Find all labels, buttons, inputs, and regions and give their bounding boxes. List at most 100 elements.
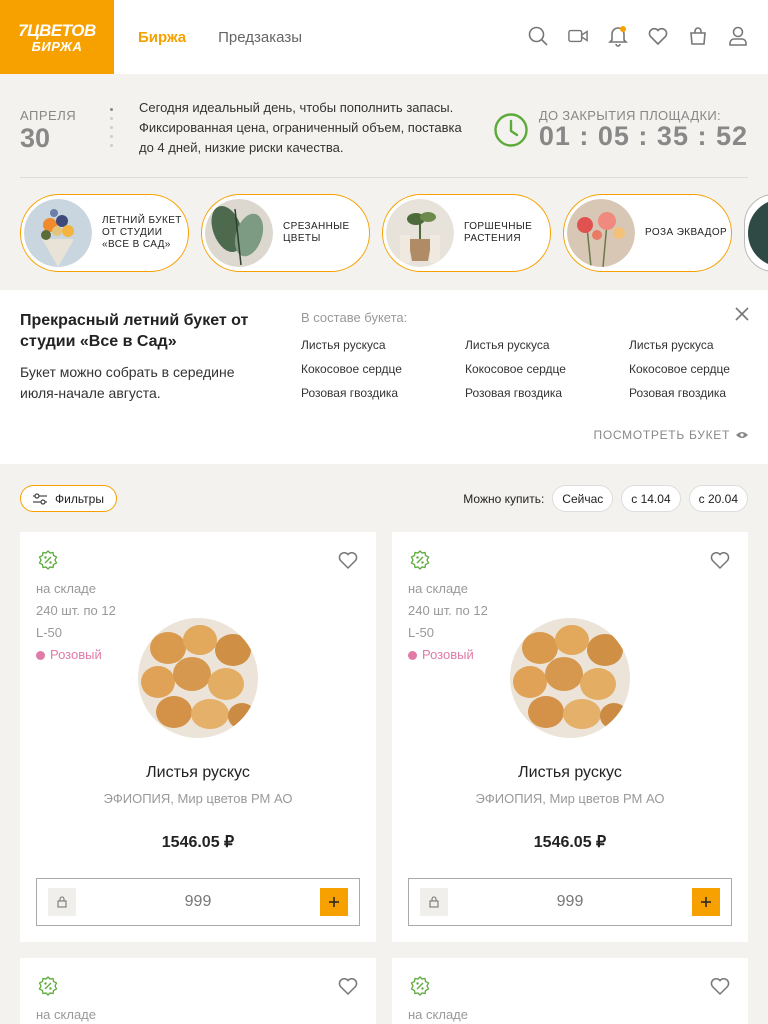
product-meta: на складе [408, 1004, 468, 1024]
category-image-potted-plant [386, 199, 454, 267]
lock-icon [429, 896, 439, 908]
availability-filter: Можно купить: Сейчас с 14.04 с 20.04 [463, 485, 748, 512]
filters-label: Фильтры [55, 491, 104, 506]
lock-button[interactable] [420, 888, 448, 916]
chip-from-20-04[interactable]: с 20.04 [688, 485, 748, 512]
tab-preorders[interactable]: Предзаказы [218, 29, 302, 46]
product-color: Розовый [36, 644, 116, 666]
add-to-cart-button[interactable] [320, 888, 348, 916]
add-to-cart-button[interactable] [692, 888, 720, 916]
bouquet-panel: Прекрасный летний букет от студии «Все в… [0, 290, 768, 464]
category-carousel: ЛЕТНИЙ БУКЕТ ОТ СТУДИИ «ВСЕ В САД» СРЕЗА… [20, 194, 768, 274]
product-meta: на складе 240 шт. по 12 L-50 Розовый [36, 578, 116, 666]
close-icon[interactable] [734, 306, 750, 322]
product-origin: ЭФИОПИЯ, Мир цветов РМ АО [103, 791, 293, 806]
discount-icon [410, 550, 430, 570]
eye-icon [736, 432, 748, 438]
info-strip: АПРЕЛЯ 30 Сегодня идеальный день, чтобы … [20, 98, 748, 178]
tab-exchange[interactable]: Биржа [138, 29, 186, 46]
category-image-bouquet [24, 199, 92, 267]
quantity-value[interactable]: 999 [76, 893, 320, 911]
category-rose-ecuador[interactable]: РОЗА ЭКВАДОР [563, 194, 732, 272]
product-image-onion-bulbs [138, 618, 258, 738]
composition-item: Листья рускуса [629, 338, 714, 352]
filter-icon [33, 492, 47, 505]
availability-label: Можно купить: [463, 491, 545, 506]
date-block: АПРЕЛЯ 30 [20, 108, 76, 154]
plus-icon [329, 897, 339, 907]
video-icon[interactable] [568, 25, 588, 47]
main-nav: Биржа Предзаказы [138, 29, 302, 46]
product-stock: на складе [36, 581, 96, 596]
view-bouquet-label: ПОСМОТРЕТЬ БУКЕТ [593, 428, 730, 442]
color-dot [36, 650, 45, 660]
favorite-heart-icon[interactable] [710, 976, 730, 996]
composition-item: Кокосовое сердце [301, 362, 402, 376]
brand-logo-line2: БИРЖА [31, 38, 83, 54]
favorite-heart-icon[interactable] [710, 550, 730, 570]
chip-now[interactable]: Сейчас [552, 485, 614, 512]
color-dot [408, 650, 417, 660]
timer-value: 01 : 05 : 35 : 52 [538, 121, 748, 151]
category-cut-flowers[interactable]: СРЕЗАННЫЕ ЦВЕТЫ [201, 194, 370, 272]
bouquet-title: Прекрасный летний букет от студии «Все в… [20, 312, 249, 350]
category-potted-plants[interactable]: ГОРШЕЧНЫЕ РАСТЕНИЯ [382, 194, 551, 272]
brand-logo[interactable]: 7ЦВЕТОВ БИРЖА [0, 0, 114, 74]
info-divider [20, 177, 748, 178]
product-size: L-50 [408, 625, 435, 640]
discount-icon [38, 550, 58, 570]
filters-button[interactable]: Фильтры [20, 485, 117, 512]
composition-item: Листья рускуса [465, 338, 550, 352]
composition-item: Кокосовое сердце [629, 362, 730, 376]
category-image-roses [567, 199, 635, 267]
product-card[interactable]: на складе 240 шт. по 12 L-50 Розовый Лис… [20, 532, 376, 942]
quantity-stepper: 999 [408, 878, 732, 926]
category-summer-bouquet[interactable]: ЛЕТНИЙ БУКЕТ ОТ СТУДИИ «ВСЕ В САД» [20, 194, 189, 272]
product-meta: на складе 240 шт. по 12 L-50 Розовый [408, 578, 488, 666]
chip-from-14-04[interactable]: с 14.04 [621, 485, 681, 512]
category-label: ГОРШЕЧНЫЕ РАСТЕНИЯ [464, 221, 533, 244]
category-image-partial [748, 199, 768, 267]
date-day: 30 [20, 123, 51, 153]
bouquet-text: Букет можно собрать в середине июля-нача… [20, 364, 235, 401]
product-card[interactable]: на складе 240 шт. по 12 L-50 Розовый Лис… [392, 532, 748, 942]
quantity-stepper: 999 [36, 878, 360, 926]
product-name: Листья рускус [518, 764, 622, 781]
product-image-onion-bulbs [510, 618, 630, 738]
top-header: 7ЦВЕТОВ БИРЖА Биржа Предзаказы [0, 0, 768, 74]
quantity-value[interactable]: 999 [448, 893, 692, 911]
product-color: Розовый [408, 644, 488, 666]
favorite-heart-icon[interactable] [338, 976, 358, 996]
product-pack: 240 шт. по 12 [408, 603, 488, 618]
cart-icon[interactable] [688, 25, 708, 47]
category-label: СРЕЗАННЫЕ ЦВЕТЫ [283, 221, 350, 244]
closing-timer: ДО ЗАКРЫТИЯ ПЛОЩАДКИ: 01 : 05 : 35 : 52 [493, 108, 748, 152]
category-label: РОЗА ЭКВАДОР [645, 227, 728, 238]
lock-icon [57, 896, 67, 908]
category-image-leaves [205, 199, 273, 267]
product-stock: на складе [408, 581, 468, 596]
composition-label: В составе букета: [301, 310, 408, 325]
discount-icon [38, 976, 58, 996]
product-card[interactable]: на складе [392, 958, 748, 1024]
category-label: ЛЕТНИЙ БУКЕТ ОТ СТУДИИ «ВСЕ В САД» [102, 215, 182, 250]
composition-item: Листья рускуса [301, 338, 386, 352]
date-month: АПРЕЛЯ [20, 108, 77, 123]
user-icon[interactable] [728, 25, 748, 47]
composition-item: Розовая гвоздика [465, 386, 563, 400]
product-stock: на складе [408, 1007, 468, 1022]
bell-icon[interactable] [608, 25, 628, 47]
product-card[interactable]: на складе [20, 958, 376, 1024]
favorite-heart-icon[interactable] [338, 550, 358, 570]
composition-item: Розовая гвоздика [301, 386, 399, 400]
info-description: Сегодня идеальный день, чтобы пополнить … [139, 100, 462, 155]
category-next-partial[interactable] [744, 194, 768, 272]
view-bouquet-link[interactable]: ПОСМОТРЕТЬ БУКЕТ [594, 428, 748, 442]
brand-logo-line1: 7ЦВЕТОВ [18, 20, 96, 40]
search-icon[interactable] [528, 25, 548, 47]
lock-button[interactable] [48, 888, 76, 916]
discount-icon [410, 976, 430, 996]
composition-item: Розовая гвоздика [629, 386, 727, 400]
heart-icon[interactable] [648, 25, 668, 47]
clock-icon [494, 113, 528, 147]
